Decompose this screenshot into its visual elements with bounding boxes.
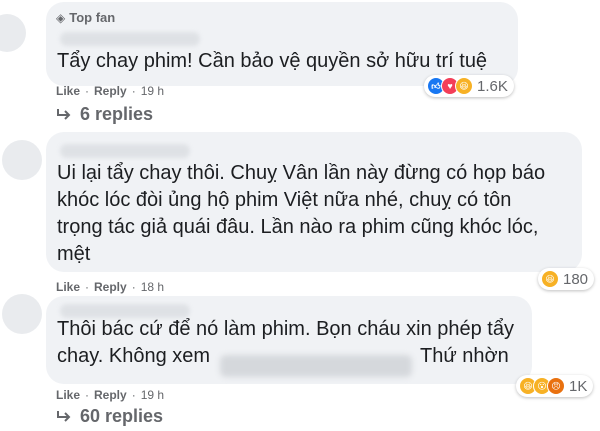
badge-label: Top fan	[69, 10, 116, 25]
view-replies-link[interactable]: 6 replies	[56, 104, 153, 125]
separator: ·	[131, 388, 136, 402]
comment-text: Tẩy chay phim! Cần bảo vệ quyền sở hữu t…	[57, 50, 488, 72]
avatar[interactable]	[2, 140, 42, 180]
commenter-name[interactable]	[60, 32, 200, 46]
reply-button[interactable]: Reply	[94, 388, 127, 402]
reaction-summary[interactable]: 😆︎ 180	[538, 268, 595, 290]
like-button[interactable]: Like	[56, 280, 80, 294]
view-replies-link[interactable]: 60 replies	[56, 406, 163, 427]
timestamp[interactable]: 19 h	[141, 84, 164, 98]
reply-button[interactable]: Reply	[94, 280, 127, 294]
like-button[interactable]: Like	[56, 84, 80, 98]
replies-count: 60 replies	[80, 406, 164, 426]
separator: ·	[85, 84, 90, 98]
comment-thread: ◈ Top fan Tẩy chay phim! Cần bảo vệ quyề…	[0, 0, 600, 431]
comment-text-end: Thứ nhờn	[420, 345, 509, 367]
redacted-text	[220, 355, 412, 377]
comment-actions: Like · Reply · 18 h	[56, 280, 164, 294]
reply-arrow-icon	[57, 410, 71, 422]
separator: ·	[85, 388, 90, 402]
timestamp[interactable]: 18 h	[141, 280, 164, 294]
replies-count: 6 replies	[80, 104, 154, 124]
commenter-name[interactable]	[60, 144, 190, 158]
comment-actions: Like · Reply · 19 h	[56, 84, 164, 98]
separator: ·	[85, 280, 90, 294]
like-button[interactable]: Like	[56, 388, 80, 402]
haha-reaction-icon: 😆︎	[541, 270, 559, 288]
timestamp[interactable]: 19 h	[141, 388, 164, 402]
comment-bubble: ◈ Top fan Tẩy chay phim! Cần bảo vệ quyề…	[46, 2, 518, 86]
comment-text: Ui lại tẩy chay thôi. Chuỵ Vân lần này đ…	[57, 162, 546, 265]
angry-reaction-icon: 😠︎	[547, 377, 565, 395]
top-fan-badge: ◈ Top fan	[56, 10, 115, 25]
reaction-count: 1.6K	[477, 77, 508, 95]
diamond-icon: ◈	[56, 10, 66, 25]
avatar[interactable]	[2, 294, 42, 334]
separator: ·	[131, 280, 136, 294]
reaction-summary[interactable]: 👍︎ ♥ 😆︎ 1.6K	[424, 75, 514, 97]
comment-bubble: Thôi bác cứ để nó làm phim. Bọn cháu xin…	[46, 296, 532, 384]
reaction-count: 1K	[569, 377, 588, 395]
separator: ·	[131, 84, 136, 98]
haha-reaction-icon: 😆︎	[455, 77, 473, 95]
reaction-summary[interactable]: 😆︎ 😮︎ 😠︎ 1K	[516, 375, 594, 397]
comment-actions: Like · Reply · 19 h	[56, 388, 164, 402]
reply-arrow-icon	[57, 108, 71, 120]
comment-bubble: Ui lại tẩy chay thôi. Chuỵ Vân lần này đ…	[46, 132, 582, 272]
reaction-count: 180	[563, 270, 589, 288]
reply-button[interactable]: Reply	[94, 84, 127, 98]
avatar[interactable]	[0, 14, 26, 52]
